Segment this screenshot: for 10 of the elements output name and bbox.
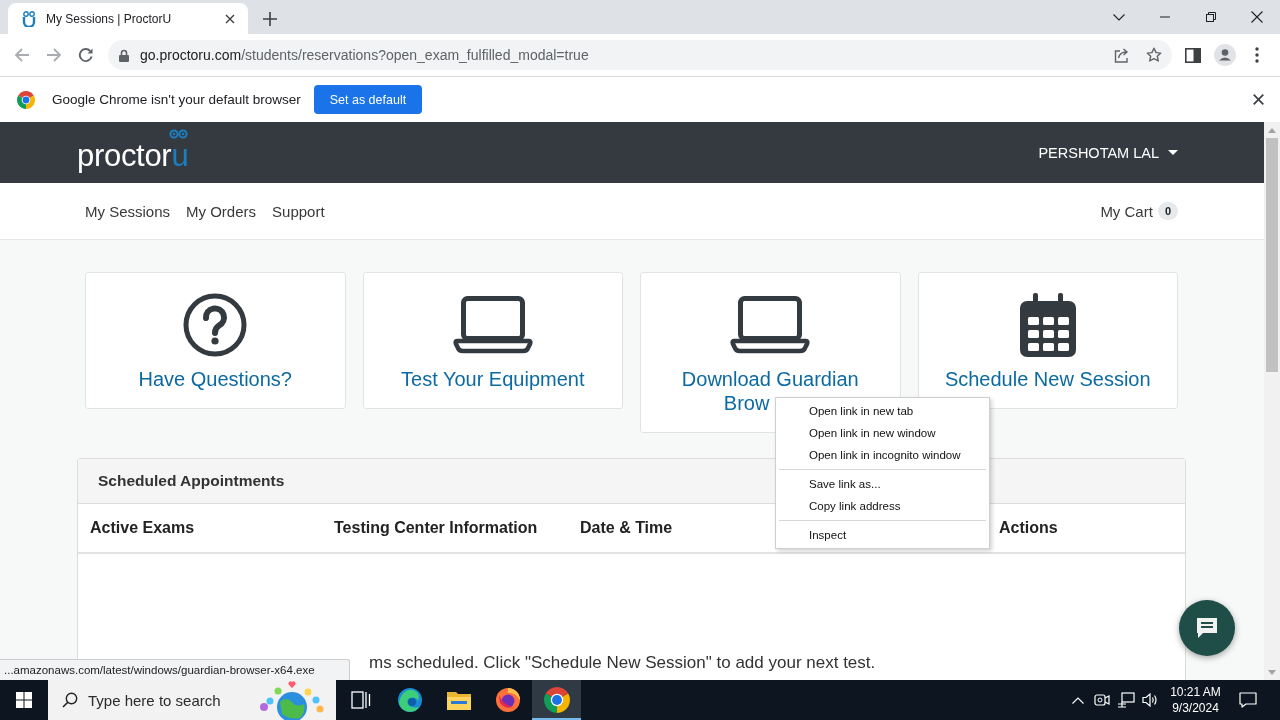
empty-state-message: ms scheduled. Click "Schedule New Session" to add your next test. [369,653,876,672]
column-header: Testing Center Information [334,519,538,537]
url-text: go.proctoru.com/students/reservations?open_exam_fulfilled_modal=true [140,47,589,63]
column-header: Active Exams [90,519,195,537]
column-header: Date & Time [580,519,673,537]
infobar-message: Google Chrome isn't your default browser [52,92,301,107]
panel-title: Scheduled Appointments [98,472,285,490]
column-header: Actions [999,519,1058,537]
cart-count-badge: 0 [1157,202,1178,220]
link-status-bubble: ...amazonaws.com/latest/windows/guardian-browser-x64.exe [0,659,350,680]
